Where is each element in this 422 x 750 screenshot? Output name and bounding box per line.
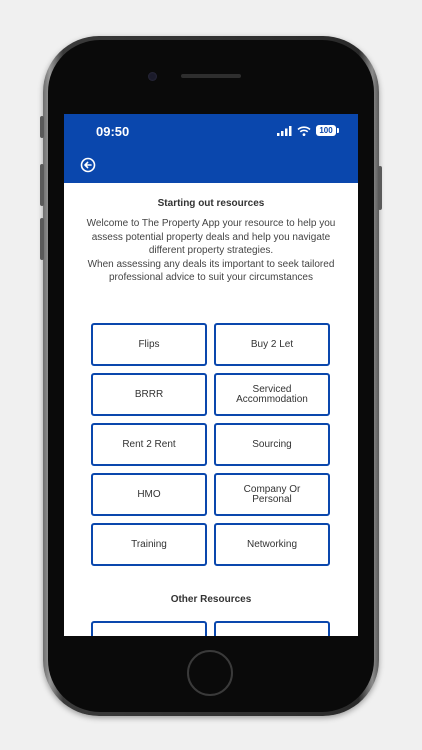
battery-icon: 100 (316, 125, 339, 136)
tile-company-or-personal[interactable]: Company Or Personal (214, 473, 330, 516)
starting-resources-grid: Flips Buy 2 Let BRRR Serviced Accommodat… (91, 323, 331, 566)
signal-icon (277, 125, 292, 136)
intro-paragraph-2: When assessing any deals its important t… (87, 258, 335, 284)
earpiece-speaker (181, 74, 241, 78)
tile-flips[interactable]: Flips (91, 323, 207, 366)
starting-resources-title: Starting out resources (157, 198, 265, 209)
home-button[interactable] (187, 650, 233, 696)
volume-up-button (40, 164, 44, 206)
silent-switch (40, 116, 44, 138)
tile-brrr[interactable]: BRRR (91, 373, 207, 416)
wifi-icon (297, 125, 311, 136)
back-arrow-circle-icon (80, 157, 96, 173)
tile-buy-2-let[interactable]: Buy 2 Let (214, 323, 330, 366)
other-resource-tile[interactable] (91, 621, 207, 636)
tile-sourcing[interactable]: Sourcing (214, 423, 330, 466)
main-content: Starting out resources Welcome to The Pr… (64, 183, 358, 285)
other-resource-tile[interactable] (214, 621, 330, 636)
front-camera (148, 72, 157, 81)
tile-serviced-accommodation[interactable]: Serviced Accommodation (214, 373, 330, 416)
tile-hmo[interactable]: HMO (91, 473, 207, 516)
volume-down-button (40, 218, 44, 260)
status-time: 09:50 (96, 124, 130, 139)
intro-paragraph-1: Welcome to The Property App your resourc… (86, 218, 336, 256)
app-screen: 09:50 100 Starting out resources Welcome… (64, 114, 358, 636)
other-resources-grid (91, 621, 331, 636)
app-header: 09:50 100 (64, 114, 358, 183)
tile-training[interactable]: Training (91, 523, 207, 566)
other-resources-title: Other Resources (170, 594, 252, 605)
tile-networking[interactable]: Networking (214, 523, 330, 566)
power-button (378, 166, 382, 210)
tile-rent-2-rent[interactable]: Rent 2 Rent (91, 423, 207, 466)
back-button[interactable] (80, 157, 96, 173)
status-icons: 100 (277, 125, 339, 136)
intro-text: Welcome to The Property App your resourc… (82, 217, 340, 285)
